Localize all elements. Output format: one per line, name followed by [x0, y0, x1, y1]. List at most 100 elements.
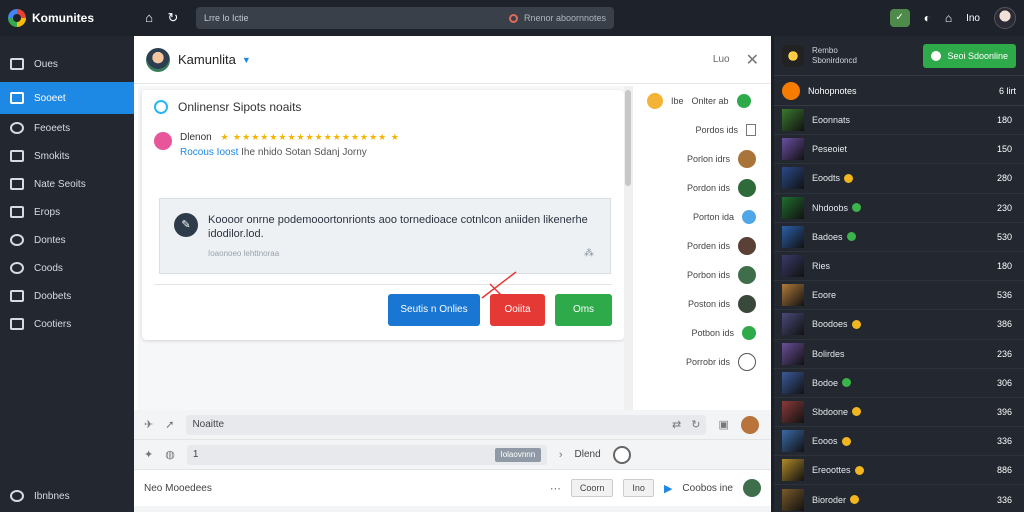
- status-online-button[interactable]: Seutis n Onlies: [388, 294, 480, 326]
- coin-icon: [846, 232, 856, 242]
- header-label[interactable]: Luo: [713, 54, 730, 65]
- leaderboard-row[interactable]: Eoonnats 180: [774, 106, 1024, 136]
- refresh-icon[interactable]: ↻: [691, 418, 700, 431]
- star-rating-icon: ★ ★★★★★★★★★★★★★★★★★ ★: [220, 132, 400, 142]
- list-item-label: Porrobr ids: [685, 356, 730, 367]
- list-item[interactable]: Potbon ids: [633, 318, 766, 347]
- leaderboard-row[interactable]: Bolirdes 236: [774, 340, 1024, 369]
- list-item[interactable]: Pordon ids: [633, 173, 766, 202]
- row-value: 280: [996, 173, 1012, 184]
- list-item-label: Porton ida: [692, 211, 734, 222]
- leaderboard-row[interactable]: Boodoes 386: [774, 310, 1024, 340]
- ok-button[interactable]: Oms: [555, 294, 612, 326]
- leaderboard-row[interactable]: Peseoiet 150: [774, 135, 1024, 165]
- sidebar-item-grid[interactable]: Erops: [0, 198, 134, 226]
- sidebar-item-label: Cootiers: [34, 318, 72, 330]
- leaderboard-row[interactable]: Nhdoobs 230: [774, 194, 1024, 223]
- brand[interactable]: Komunites: [0, 9, 134, 27]
- row-label: Eooos: [812, 436, 838, 447]
- leaderboard-row[interactable]: Badoes 530: [774, 223, 1024, 252]
- game-thumbnail: [782, 342, 804, 365]
- reply-input[interactable]: 1 Iolaovnnn: [186, 444, 547, 465]
- send-label[interactable]: Dlend: [575, 449, 601, 460]
- avatar: [738, 178, 756, 197]
- quote-box: ✎ Koooor onrne podemooortonrionts aoo to…: [159, 198, 611, 274]
- scroll-thumb[interactable]: [625, 90, 631, 186]
- reply-row: ✦ ◍ 1 Iolaovnnn › Dlend: [134, 440, 771, 470]
- sidebar-item-list[interactable]: Cootiers: [0, 310, 134, 338]
- row-value: 886: [996, 465, 1012, 476]
- subheader-label: Nohopnotes: [808, 85, 857, 96]
- leaderboard-row[interactable]: Bodoe 306: [774, 369, 1024, 398]
- shuffle-icon[interactable]: ⇄: [672, 418, 681, 431]
- sidebar-footer[interactable]: Ibnbnes: [0, 484, 134, 508]
- avatar: [738, 352, 756, 371]
- play-icon[interactable]: ▶: [664, 482, 672, 495]
- list-item[interactable]: Poston ids: [633, 289, 766, 318]
- refresh-icon[interactable]: ↻: [164, 9, 182, 27]
- sidebar-footer-label: Ibnbnes: [34, 490, 70, 502]
- row-name: Ries: [812, 261, 830, 271]
- leaderboard-row[interactable]: Eoore 536: [774, 281, 1024, 311]
- sidebar-item-active[interactable]: Sooeet: [0, 82, 134, 114]
- people-icon: [10, 290, 24, 302]
- footer-right-label[interactable]: Coobos ine: [682, 483, 733, 494]
- comment-input-text: Noaitte: [192, 419, 225, 430]
- alert-icon[interactable]: ◍: [165, 448, 175, 461]
- footer-button-2[interactable]: Ino: [623, 479, 654, 497]
- chat-icon[interactable]: ◐: [924, 11, 931, 25]
- bookmark-icon[interactable]: ▣: [718, 418, 728, 431]
- delete-button[interactable]: Ooiita: [490, 294, 545, 326]
- leaderboard-row[interactable]: Sbdoone 396: [774, 398, 1024, 428]
- row-label: Sbdoone: [812, 406, 849, 417]
- game-thumbnail: [782, 109, 804, 132]
- sidebar-item-user[interactable]: Coods: [0, 254, 134, 282]
- send-online-button[interactable]: Seoi Sdoonline: [923, 43, 1016, 68]
- close-icon[interactable]: ✕: [746, 50, 759, 70]
- profile-label[interactable]: Ino: [966, 13, 980, 24]
- leaderboard-row[interactable]: Ereoottes 886: [774, 456, 1024, 486]
- leaderboard-row[interactable]: Bioroder 336: [774, 485, 1024, 512]
- game-thumbnail: [782, 488, 804, 511]
- avatar[interactable]: [994, 7, 1016, 29]
- list-item[interactable]: Porlon idrs: [633, 144, 766, 173]
- list-item[interactable]: Porton ida: [633, 202, 766, 231]
- home-icon[interactable]: ⌂: [140, 9, 158, 27]
- share-icon[interactable]: ➚: [165, 418, 174, 431]
- scrollbar[interactable]: [624, 86, 632, 442]
- star-icon[interactable]: ✦: [144, 448, 153, 461]
- row-label: Nhdoobs: [812, 202, 849, 213]
- leaderboard-row[interactable]: Eoodts 280: [774, 164, 1024, 194]
- expand-icon[interactable]: ⁂: [584, 248, 594, 259]
- reply-pill[interactable]: Iolaovnnn: [494, 447, 541, 462]
- home-icon[interactable]: ⌂: [945, 11, 952, 25]
- pin-icon[interactable]: ✈: [144, 418, 153, 431]
- dialog-title: Kamunlita: [178, 52, 236, 67]
- sidebar-item-home[interactable]: Oues: [0, 50, 134, 78]
- chevron-right-icon[interactable]: ›: [559, 449, 563, 461]
- sub-line-link[interactable]: Rocous Ioost: [180, 147, 238, 158]
- sidebar-item-people[interactable]: Doobets: [0, 282, 134, 310]
- sidebar-item-screen[interactable]: Nate Seoits: [0, 170, 134, 198]
- list-item[interactable]: Porden ids: [633, 231, 766, 260]
- address-bar[interactable]: Lrre lo Ictie Rnenor aboornnotes: [196, 7, 614, 29]
- sidebar-item-mail[interactable]: Smokits: [0, 142, 134, 170]
- comment-input[interactable]: Noaitte ⇄ ↻: [186, 414, 707, 435]
- list-item[interactable]: Ibe Onlter ab: [633, 86, 766, 115]
- screen-icon: [10, 178, 24, 190]
- sidebar-item-chat[interactable]: Dontes: [0, 226, 134, 254]
- extension-icon[interactable]: ✓: [889, 9, 910, 27]
- row-name: Eoonnats: [812, 115, 850, 125]
- footer-button[interactable]: Coorn: [570, 479, 614, 497]
- leaderboard-row[interactable]: Eooos 336: [774, 427, 1024, 457]
- header-line: Rembo: [812, 45, 838, 55]
- leaderboard-row[interactable]: Ries 180: [774, 252, 1024, 282]
- sidebar-item-community[interactable]: Feoeets: [0, 114, 134, 142]
- more-icon[interactable]: ⋯: [550, 482, 561, 495]
- list-item[interactable]: Porbon ids: [633, 260, 766, 289]
- list-item[interactable]: Porrobr ids: [633, 347, 766, 376]
- game-thumbnail: [782, 255, 804, 278]
- row-label: Ereoottes: [812, 465, 851, 476]
- list-item[interactable]: Pordos ids: [633, 115, 766, 144]
- list-item-label: Poston ids: [687, 298, 730, 309]
